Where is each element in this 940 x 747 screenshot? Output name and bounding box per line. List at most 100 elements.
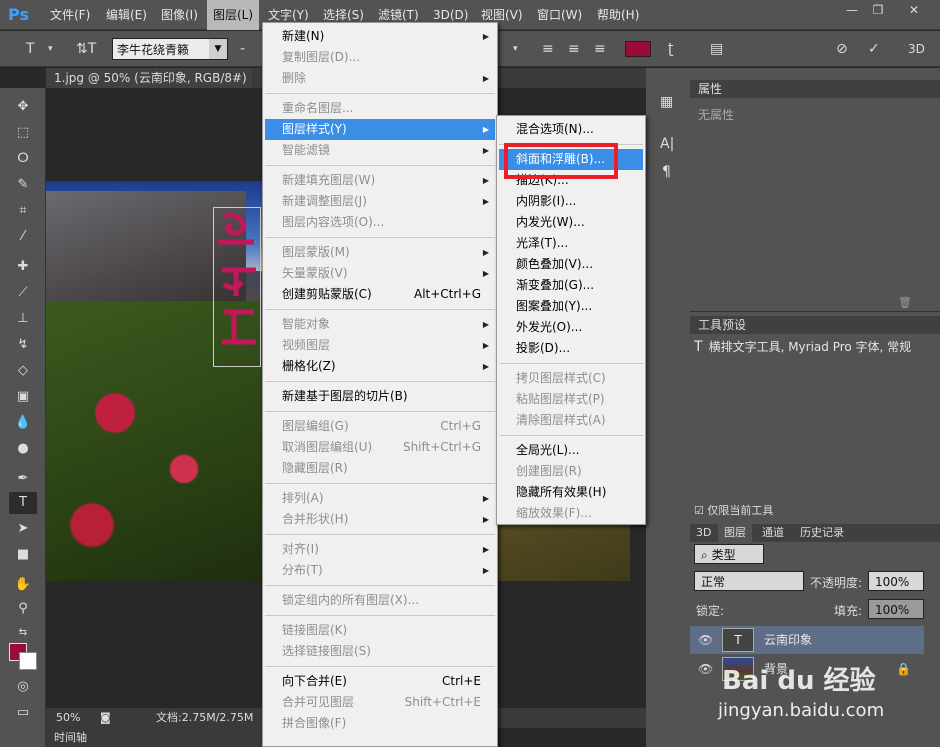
gradient-tool-icon[interactable]: ▣ — [9, 386, 37, 408]
marquee-tool-icon[interactable]: ⬚ — [9, 122, 37, 144]
menu-item[interactable]: 智能对象 ▶ — [265, 314, 495, 335]
menu-item[interactable]: 删除 ▶ — [265, 68, 495, 89]
timeline-tab[interactable]: 时间轴 — [46, 728, 266, 747]
menu-item[interactable]: 对齐(I) ▶ — [265, 539, 495, 560]
menu-item[interactable]: 复制图层(D)... — [265, 47, 495, 68]
menu-item[interactable]: 混合选项(N)... — [499, 119, 643, 140]
menu-window[interactable]: 窗口(W) — [537, 0, 582, 30]
tab-3d[interactable]: 3D — [690, 524, 717, 542]
quick-select-tool-icon[interactable]: ✎ — [9, 174, 37, 196]
clone-stamp-tool-icon[interactable]: ⊥ — [9, 308, 37, 330]
menu-item[interactable]: 投影(D)... — [499, 338, 643, 359]
character-panel-icon[interactable]: ▤ — [710, 39, 723, 59]
menu-item[interactable]: 外发光(O)... — [499, 317, 643, 338]
menu-item[interactable]: 清除图层样式(A) — [499, 410, 643, 431]
status-icon[interactable]: ◙ — [100, 708, 111, 728]
warp-text-icon[interactable]: ʈ — [668, 39, 674, 59]
menu-item[interactable]: 内发光(W)... — [499, 212, 643, 233]
document-tab[interactable]: 1.jpg @ 50% (云南印象, RGB/8#) * × — [46, 68, 252, 105]
menu-item[interactable]: 排列(A) ▶ — [265, 488, 495, 509]
eyedropper-tool-icon[interactable]: ⁄ — [9, 226, 37, 248]
menu-item[interactable]: 图案叠加(Y)... — [499, 296, 643, 317]
pen-tool-icon[interactable]: ✒ — [9, 468, 37, 490]
menu-item[interactable]: 渐变叠加(G)... — [499, 275, 643, 296]
tool-preset-item[interactable]: T 横排文字工具, Myriad Pro 字体, 常规 — [694, 338, 926, 355]
menu-item[interactable]: 全局光(L)... — [499, 440, 643, 461]
history-panel-icon[interactable]: ▦ — [660, 94, 673, 110]
text-color-swatch[interactable] — [625, 41, 651, 57]
tab-channels[interactable]: 通道 — [756, 524, 790, 542]
properties-panel-header[interactable]: 属性 — [690, 80, 940, 98]
menu-item[interactable]: 新建填充图层(W) ▶ — [265, 170, 495, 191]
menu-item[interactable]: 分布(T) ▶ — [265, 560, 495, 581]
menu-item[interactable]: 图层编组(G) Ctrl+G — [265, 416, 495, 437]
shape-tool-icon[interactable]: ■ — [9, 544, 37, 566]
menu-item[interactable]: 新建(N) ▶ — [265, 26, 495, 47]
type-tool-icon[interactable]: T — [9, 492, 37, 514]
dodge-tool-icon[interactable]: ● — [9, 438, 37, 460]
menu-item[interactable]: 拷贝图层样式(C) — [499, 368, 643, 389]
zoom-tool-icon[interactable]: ⚲ — [9, 598, 37, 620]
move-tool-icon[interactable]: ✥ — [9, 96, 37, 118]
fill-field[interactable]: 100% — [868, 599, 924, 619]
menu-item[interactable]: 内阴影(I)... — [499, 191, 643, 212]
menu-image[interactable]: 图像(I) — [161, 0, 198, 30]
menu-item[interactable]: 新建基于图层的切片(B) — [265, 386, 495, 407]
minimize-button[interactable]: — — [842, 2, 862, 18]
menu-item[interactable]: 栅格化(Z) ▶ — [265, 356, 495, 377]
text-orientation-icon[interactable]: ⇅T — [76, 39, 96, 59]
hand-tool-icon[interactable]: ✋ — [9, 574, 37, 596]
current-tool-only-checkbox[interactable]: ☑ 仅限当前工具 — [694, 502, 773, 518]
menu-item[interactable]: 拼合图像(F) — [265, 713, 495, 734]
background-color-swatch[interactable] — [19, 652, 37, 670]
tab-layers[interactable]: 图层 — [718, 524, 752, 542]
menu-item[interactable]: 光泽(T)... — [499, 233, 643, 254]
menu-item[interactable]: 视频图层 ▶ — [265, 335, 495, 356]
menu-item[interactable]: 矢量蒙版(V) ▶ — [265, 263, 495, 284]
screen-mode-icon[interactable]: ▭ — [9, 702, 37, 724]
align-right-icon[interactable]: ≡ — [594, 39, 606, 59]
menu-item[interactable]: 合并可见图层 Shift+Ctrl+E — [265, 692, 495, 713]
font-family-select[interactable]: 李牛花绕青籁 ▼ — [112, 38, 228, 60]
align-left-icon[interactable]: ≡ — [542, 39, 554, 59]
commit-icon[interactable]: ✓ — [868, 39, 880, 59]
tool-presets-header[interactable]: 工具预设 — [690, 316, 940, 334]
paragraph-panel-icon[interactable]: ¶ — [662, 164, 671, 180]
blend-mode-select[interactable]: 正常 — [694, 571, 804, 591]
chevron-down-icon[interactable]: ▾ — [48, 39, 53, 59]
menu-item[interactable]: 智能滤镜 ▶ — [265, 140, 495, 161]
menu-item[interactable]: 缩放效果(F)... — [499, 503, 643, 524]
eye-icon[interactable]: 👁 — [698, 655, 713, 683]
cancel-icon[interactable]: ⊘ — [836, 39, 848, 59]
restore-button[interactable]: ❐ — [868, 2, 888, 18]
layer-row-text[interactable]: 👁 T 云南印象 — [690, 626, 924, 654]
menu-item[interactable]: 向下合并(E) Ctrl+E — [265, 671, 495, 692]
menu-file[interactable]: 文件(F) — [50, 0, 90, 30]
menu-layer[interactable]: 图层(L) — [207, 0, 260, 30]
menu-item[interactable]: 取消图层编组(U) Shift+Ctrl+G — [265, 437, 495, 458]
font-style-select[interactable]: - — [240, 39, 245, 59]
tab-history[interactable]: 历史记录 — [794, 524, 850, 542]
trash-icon[interactable]: 🗑 — [898, 296, 912, 309]
menu-item[interactable]: 创建图层(R) — [499, 461, 643, 482]
eraser-tool-icon[interactable]: ◇ — [9, 360, 37, 382]
path-selection-tool-icon[interactable]: ➤ — [9, 518, 37, 540]
align-center-icon[interactable]: ≡ — [568, 39, 580, 59]
text-bounding-box[interactable] — [213, 207, 261, 367]
swap-colors-icon[interactable]: ⇆ — [9, 622, 37, 644]
character-panel-icon[interactable]: A| — [660, 136, 674, 152]
menu-item[interactable]: 图层样式(Y) ▶ — [265, 119, 495, 140]
type-tool-icon[interactable]: T — [26, 39, 35, 59]
crop-tool-icon[interactable]: ⌗ — [9, 200, 37, 222]
menu-item[interactable]: 隐藏所有效果(H) — [499, 482, 643, 503]
eye-icon[interactable]: 👁 — [698, 626, 713, 654]
menu-help[interactable]: 帮助(H) — [597, 0, 639, 30]
menu-item[interactable]: 颜色叠加(V)... — [499, 254, 643, 275]
menu-item[interactable]: 粘贴图层样式(P) — [499, 389, 643, 410]
opacity-field[interactable]: 100% — [868, 571, 924, 591]
menu-item[interactable]: 图层内容选项(O)... — [265, 212, 495, 233]
menu-item[interactable]: 新建调整图层(J) ▶ — [265, 191, 495, 212]
menu-item[interactable]: 图层蒙版(M) ▶ — [265, 242, 495, 263]
lasso-tool-icon[interactable]: ⵔ — [9, 148, 37, 170]
menu-item[interactable]: 锁定组内的所有图层(X)... — [265, 590, 495, 611]
